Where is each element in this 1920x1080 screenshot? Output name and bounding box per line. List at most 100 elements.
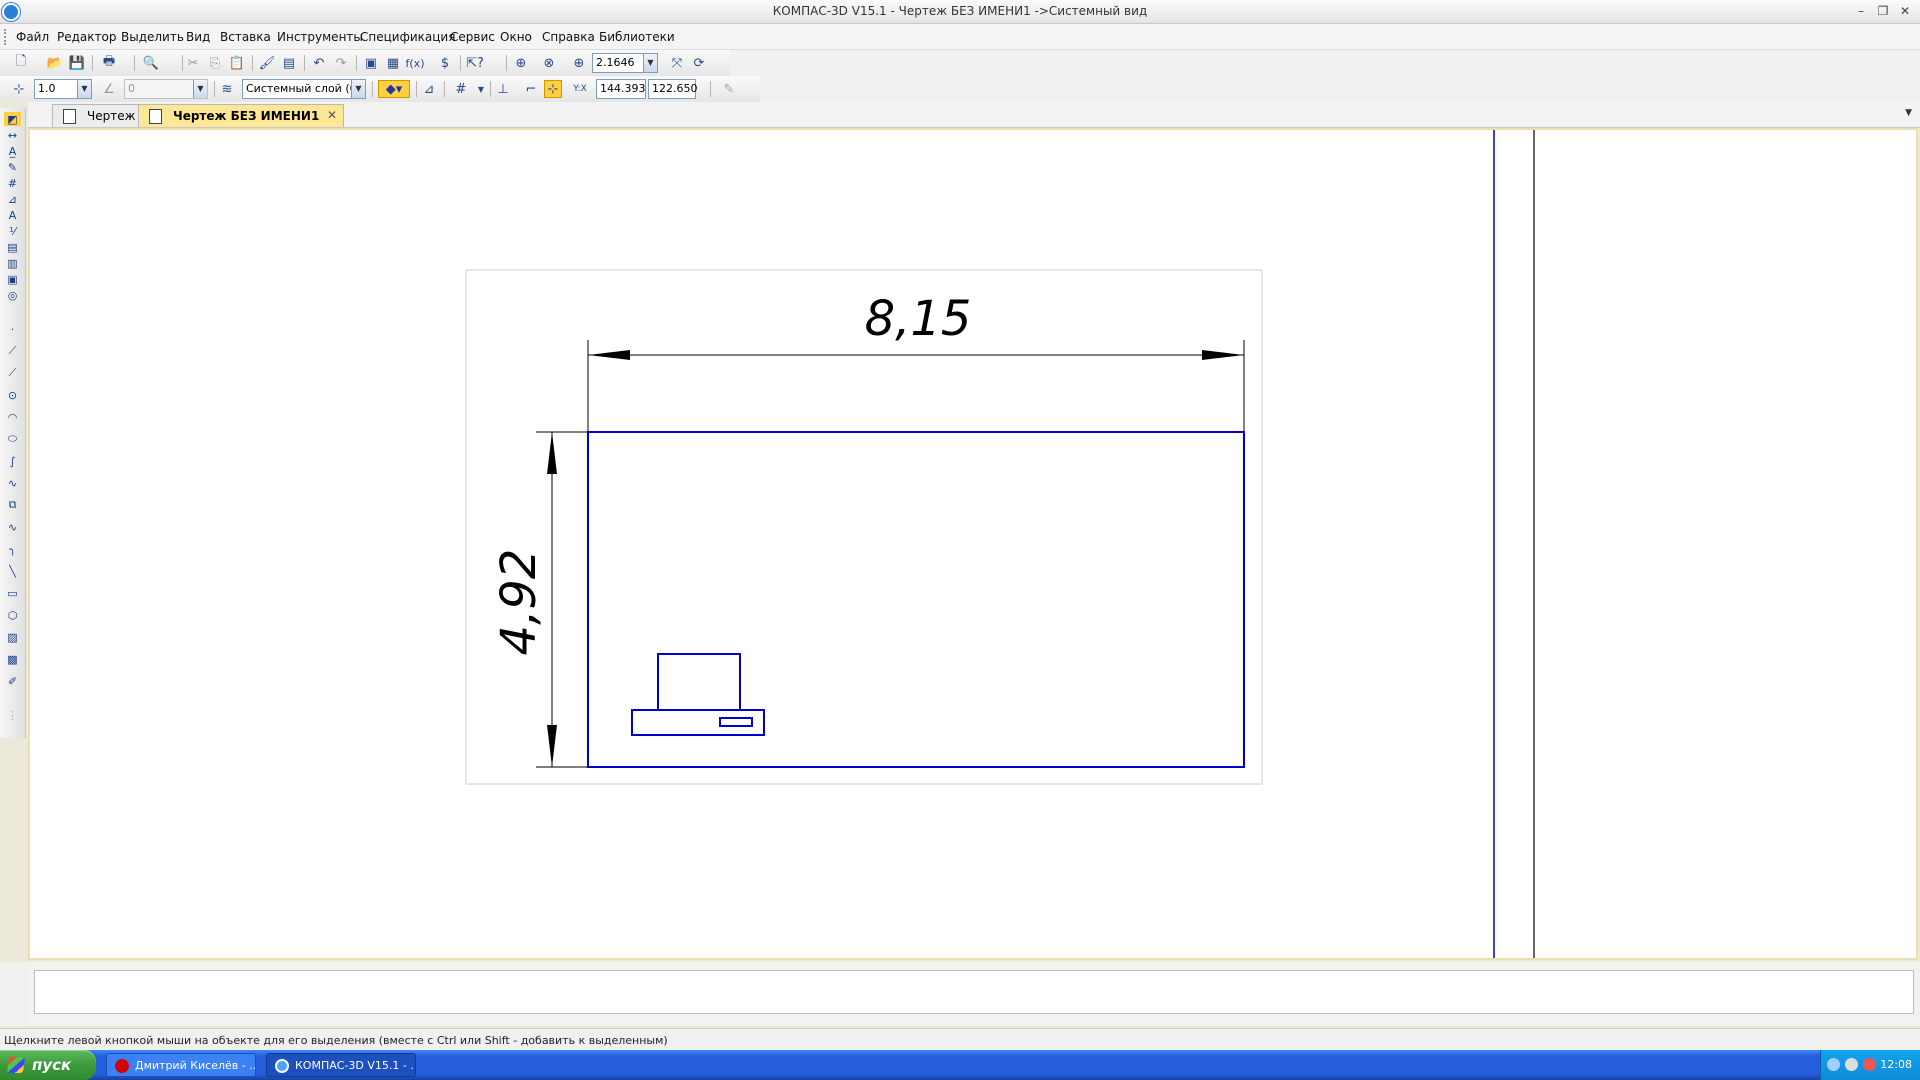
menu-service[interactable]: Сервис <box>450 30 495 44</box>
network-icon[interactable] <box>1845 1058 1858 1071</box>
circle-tool-icon[interactable]: ⊙ <box>4 388 21 402</box>
angle-step-icon[interactable]: ∠ <box>100 80 118 98</box>
minimize-button[interactable]: – <box>1852 3 1870 19</box>
grid-dropdown-icon[interactable]: ▼ <box>472 80 490 98</box>
chamfer-tool-icon[interactable]: ╲ <box>4 564 21 578</box>
snap-step-icon[interactable]: ⊹ <box>10 80 28 98</box>
new-document-icon[interactable]: 🗋 <box>12 54 30 72</box>
menu-specification[interactable]: Спецификация <box>360 30 455 44</box>
local-cs-icon[interactable]: ⊥ <box>494 80 512 98</box>
variables-icon[interactable]: f(x) <box>406 54 425 72</box>
menu-file[interactable]: Файл <box>16 30 49 44</box>
measure-panel-icon[interactable]: ⊿ <box>4 192 21 206</box>
help-pointer-icon[interactable]: ⇱? <box>466 54 484 72</box>
manager-icon[interactable]: ▣ <box>362 54 380 72</box>
zoom-in-icon[interactable]: ⊕ <box>570 54 588 72</box>
zoom-window-icon[interactable]: ⊕ <box>512 54 530 72</box>
geometry-panel-icon[interactable]: ◩ <box>4 112 21 126</box>
tabs-menu-icon[interactable]: ▼ <box>1905 108 1912 118</box>
polyline-tool-icon[interactable]: ∫ <box>4 454 21 468</box>
drawing-canvas[interactable]: 8,15 4,92 <box>28 128 1918 960</box>
chevron-down-icon[interactable]: ▼ <box>193 80 207 98</box>
ortho-mode-icon[interactable]: ⌐ <box>522 80 540 98</box>
insert-panel-icon[interactable]: ▥ <box>4 256 21 270</box>
close-icon[interactable]: ✕ <box>327 108 337 122</box>
taskbar-item-browser[interactable]: Дмитрий Киселёв - ... <box>106 1053 256 1077</box>
contour-tool-icon[interactable]: ⧉ <box>4 498 21 512</box>
menu-insert[interactable]: Вставка <box>220 30 271 44</box>
menu-edit[interactable]: Редактор <box>57 30 116 44</box>
menu-select[interactable]: Выделить <box>121 30 184 44</box>
dimensions-panel-icon[interactable]: ↔ <box>4 128 21 142</box>
designations-panel-icon[interactable]: A̲ <box>4 144 21 158</box>
polygon-tool-icon[interactable]: ⬡ <box>4 608 21 622</box>
fillet-tool-icon[interactable]: ╮ <box>4 542 21 556</box>
menu-grip[interactable] <box>4 29 7 45</box>
menu-help[interactable]: Справка <box>542 30 595 44</box>
dimension-text-horizontal[interactable]: 8,15 <box>865 291 972 347</box>
chevron-down-icon[interactable]: ▼ <box>351 80 365 98</box>
ellipse-tool-icon[interactable]: ⬭ <box>4 432 21 446</box>
fragment-panel-icon[interactable]: ▣ <box>4 272 21 286</box>
menu-tools[interactable]: Инструменты <box>277 30 363 44</box>
start-button[interactable]: пуск <box>0 1050 96 1080</box>
style-color-button[interactable]: ◆▾ <box>378 80 410 98</box>
collect-contour-icon[interactable]: ⋮ <box>4 708 21 722</box>
reports-panel-icon[interactable]: ▤ <box>4 240 21 254</box>
redo-icon[interactable]: ↷ <box>332 54 350 72</box>
paste-icon[interactable]: 📋 <box>228 54 246 72</box>
step-combo[interactable]: 1.0 ▼ <box>34 79 92 99</box>
angle-combo[interactable]: 0 ▼ <box>124 79 208 99</box>
chevron-down-icon[interactable]: ▼ <box>643 54 657 72</box>
undo-icon[interactable]: ↶ <box>310 54 328 72</box>
dimension-text-vertical[interactable]: 4,92 <box>491 549 547 656</box>
tab-drawing-unnamed[interactable]: Чертеж БЕЗ ИМЕНИ1 ✕ <box>138 104 344 127</box>
properties-icon[interactable]: ▤ <box>280 54 298 72</box>
zoom-combo[interactable]: 2.1646 ▼ <box>592 53 658 73</box>
zoom-fit-icon[interactable]: ⊗ <box>540 54 558 72</box>
print-icon[interactable]: 🖶 <box>100 54 118 72</box>
parametrization-panel-icon[interactable]: # <box>4 176 21 190</box>
point-tool-icon[interactable]: · <box>4 322 21 336</box>
coord-x-field[interactable]: 144.393 <box>596 79 646 99</box>
segment-tool-icon[interactable]: ⟋ <box>4 366 21 380</box>
menu-view[interactable]: Вид <box>186 30 210 44</box>
security-icon[interactable] <box>1863 1058 1876 1071</box>
taskbar-item-kompas[interactable]: КОМПАС-3D V15.1 - ... <box>266 1053 416 1077</box>
snap-icon[interactable]: ⊹ <box>544 80 562 98</box>
fill-tool-icon[interactable]: ▩ <box>4 652 21 666</box>
tab-drawing[interactable]: Чертеж <box>52 104 144 127</box>
equidistant-tool-icon[interactable]: ✐ <box>4 674 21 688</box>
grid-icon[interactable]: # <box>452 80 470 98</box>
small-slot[interactable] <box>719 717 753 727</box>
spec-panel-icon[interactable]: ⅟ <box>4 224 21 238</box>
copy-icon[interactable]: ⎘ <box>206 54 224 72</box>
close-button[interactable]: ✕ <box>1896 3 1914 19</box>
bezier-tool-icon[interactable]: ∿ <box>4 520 21 534</box>
pan-icon[interactable]: ⤧ <box>668 54 686 72</box>
format-painter-icon[interactable]: 🖌 <box>258 54 276 72</box>
layer-combo[interactable]: Системный слой (0) ▼ <box>242 79 366 99</box>
parametric-icon[interactable]: ⊿ <box>420 80 438 98</box>
restore-button[interactable]: ❐ <box>1874 3 1892 19</box>
spline-panel-icon[interactable]: ◎ <box>4 288 21 302</box>
auxiliary-line-icon[interactable]: ⟋ <box>4 344 21 358</box>
cut-icon[interactable]: ✂ <box>184 54 202 72</box>
library-manager-icon[interactable]: ▦ <box>384 54 402 72</box>
hatch-tool-icon[interactable]: ▨ <box>4 630 21 644</box>
layers-icon[interactable]: ≋ <box>218 80 236 98</box>
kompas-tray-icon[interactable] <box>1827 1058 1840 1071</box>
main-rectangle[interactable] <box>587 431 1245 768</box>
drawing-svg[interactable]: 8,15 4,92 <box>30 130 1916 958</box>
coord-y-field[interactable]: 122.650 <box>648 79 698 99</box>
nurbs-tool-icon[interactable]: ∿ <box>4 476 21 490</box>
menu-libraries[interactable]: Библиотеки <box>599 30 675 44</box>
open-icon[interactable]: 📂 <box>46 54 64 72</box>
arc-tool-icon[interactable]: ◠ <box>4 410 21 424</box>
tool-settings-icon[interactable]: ✎ <box>720 80 738 98</box>
rectangle-tool-icon[interactable]: ▭ <box>4 586 21 600</box>
refresh-icon[interactable]: ⟳ <box>690 54 708 72</box>
print-preview-icon[interactable]: 🔍 <box>142 54 160 72</box>
chevron-down-icon[interactable]: ▼ <box>77 80 91 98</box>
properties-field[interactable] <box>34 970 1914 1014</box>
